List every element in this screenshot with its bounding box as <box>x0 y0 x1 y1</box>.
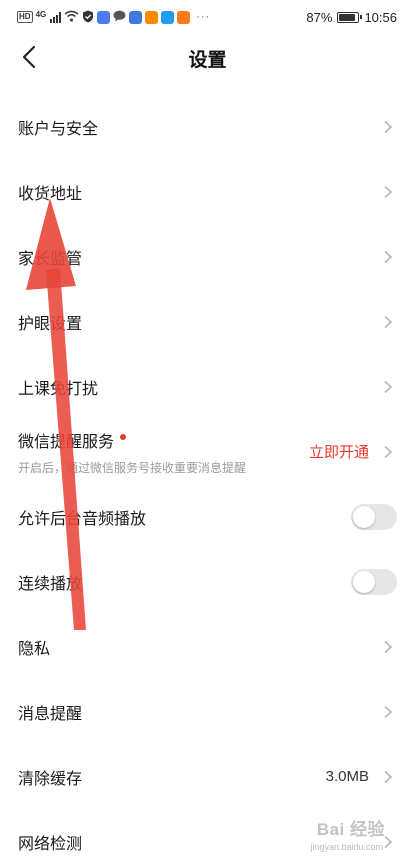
row-label: 微信提醒服务 <box>18 433 115 451</box>
row-class-do-not-disturb[interactable]: 上课免打扰 <box>0 354 415 419</box>
more-notifications-icon: ··· <box>196 11 211 23</box>
row-continuous-play: 连续播放 <box>0 549 415 614</box>
row-text: 微信提醒服务 开启后，通过微信服务号接收重要消息提醒 <box>18 428 246 476</box>
chat-bubble-icon <box>113 10 126 24</box>
row-wechat-reminder[interactable]: 微信提醒服务 开启后，通过微信服务号接收重要消息提醒 立即开通 <box>0 419 415 484</box>
baidu-jingyan-watermark: Bai 经验 <box>316 820 385 839</box>
battery-icon <box>337 11 363 23</box>
row-eye-protection[interactable]: 护眼设置 <box>0 289 415 354</box>
shield-check-icon <box>82 10 94 25</box>
row-label: 网络检测 <box>18 835 83 853</box>
chevron-right-icon <box>384 315 393 328</box>
chevron-right-icon <box>384 705 393 718</box>
toggle-knob <box>353 505 375 528</box>
app-notification-icon <box>177 10 191 24</box>
row-background-audio: 允许后台音频播放 <box>0 484 415 549</box>
row-label: 账户与安全 <box>18 120 99 138</box>
page-title: 设置 <box>188 50 227 71</box>
app-notification-icon <box>145 10 159 24</box>
wifi-icon <box>64 10 79 24</box>
chevron-right-icon <box>384 380 393 393</box>
row-label: 护眼设置 <box>18 315 83 333</box>
watermark-url: jingyan.baidu.com <box>310 842 383 852</box>
toggle-knob <box>353 570 375 593</box>
row-label: 家长监管 <box>18 250 83 268</box>
row-privacy[interactable]: 隐私 <box>0 614 415 679</box>
status-right: 87% 10:56 <box>306 8 397 26</box>
app-notification-icon <box>97 10 111 24</box>
chevron-right-icon <box>384 445 393 458</box>
chevron-right-icon <box>384 250 393 263</box>
row-label: 上课免打扰 <box>18 380 99 398</box>
battery-fill <box>339 13 356 21</box>
clock: 10:56 <box>364 9 397 25</box>
row-parental-control[interactable]: 家长监管 <box>0 224 415 289</box>
settings-list: 账户与安全 收货地址 家长监管 护眼设置 上课免打扰 微信提醒服务 开启后，通过… <box>0 94 415 860</box>
row-label: 隐私 <box>18 640 51 658</box>
row-account-security[interactable]: 账户与安全 <box>0 94 415 159</box>
hd-badge: HD <box>17 11 33 23</box>
new-dot-badge <box>120 433 127 440</box>
signal-icon <box>50 11 62 23</box>
battery-percent: 87% <box>306 9 333 25</box>
row-label: 消息提醒 <box>18 705 83 723</box>
background-audio-toggle[interactable] <box>351 503 397 530</box>
status-bar: HD 4G ··· 87% 10:56 <box>0 0 415 34</box>
enable-now-link[interactable]: 立即开通 <box>309 441 369 462</box>
chevron-right-icon <box>384 640 393 653</box>
chevron-right-icon <box>384 770 393 783</box>
network-type: 4G <box>35 9 47 19</box>
row-label: 连续播放 <box>18 575 83 593</box>
row-label: 清除缓存 <box>18 770 83 788</box>
row-subtitle: 开启后，通过微信服务号接收重要消息提醒 <box>18 460 247 475</box>
app-notification-icon <box>129 10 143 24</box>
cache-size: 3.0MB <box>325 768 369 785</box>
status-left: HD 4G ··· <box>17 8 210 26</box>
continuous-play-toggle[interactable] <box>351 568 397 595</box>
chevron-right-icon <box>384 185 393 198</box>
chevron-right-icon <box>384 120 393 133</box>
app-notification-icon <box>161 10 175 24</box>
row-label: 收货地址 <box>18 185 83 203</box>
row-clear-cache[interactable]: 清除缓存 3.0MB <box>0 744 415 809</box>
row-message-notification[interactable]: 消息提醒 <box>0 679 415 744</box>
row-label: 允许后台音频播放 <box>18 510 147 528</box>
header: 设置 <box>0 34 415 80</box>
row-shipping-address[interactable]: 收货地址 <box>0 159 415 224</box>
